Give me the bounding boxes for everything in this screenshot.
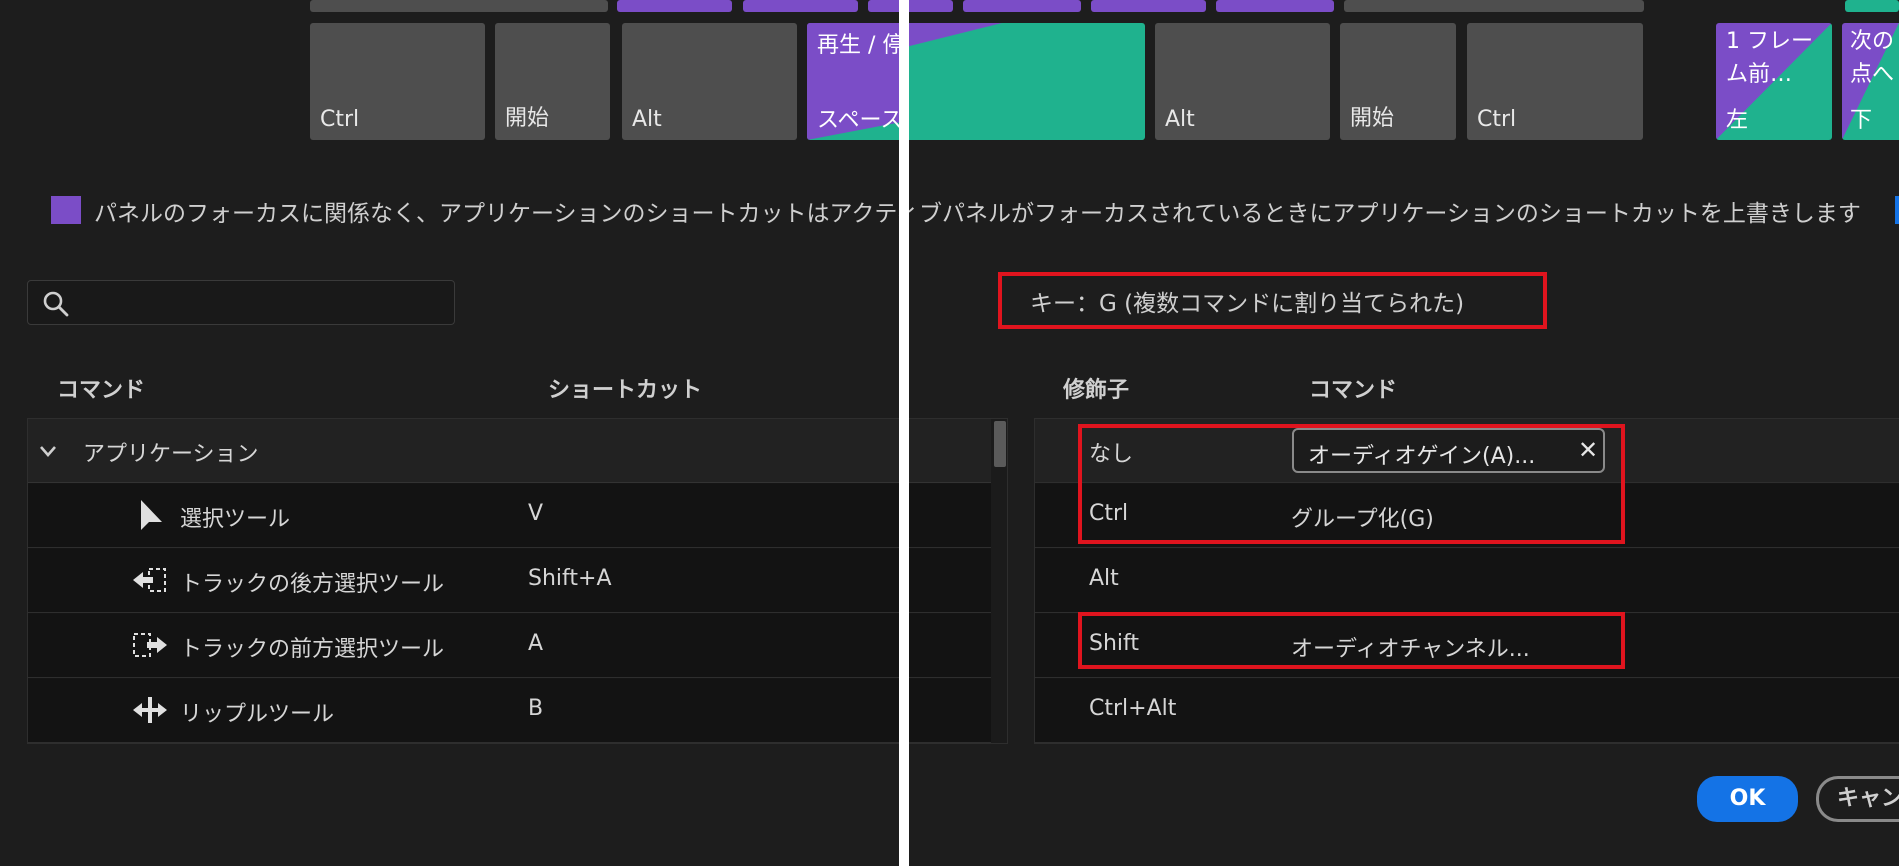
key-top-5[interactable] — [963, 0, 1081, 12]
table-row[interactable]: Ctrl+Alt — [1035, 679, 1899, 743]
column-header-modifier[interactable]: 修飾子 — [1063, 372, 1129, 404]
key-top-7[interactable] — [1216, 0, 1334, 12]
chevron-down-icon[interactable] — [38, 441, 58, 461]
key-command-label: 1 フレーム前… — [1726, 29, 1813, 87]
table-row[interactable]: リップルツール B — [28, 679, 991, 743]
key-top-2[interactable] — [617, 0, 732, 12]
key-label: Ctrl — [1477, 107, 1517, 132]
shortcut-value: Shift+A — [528, 566, 612, 591]
scrollbar-track[interactable] — [991, 419, 1007, 743]
key-arrow-down[interactable]: 次の点へ 下 — [1842, 23, 1899, 140]
command-name: トラックの前方選択ツール — [180, 637, 445, 662]
modifier-value: Alt — [1089, 566, 1119, 591]
space-key-label: スペース — [817, 108, 899, 133]
cancel-button[interactable]: キャン — [1816, 776, 1899, 822]
key-top-9[interactable] — [1845, 0, 1899, 12]
table-row[interactable]: トラックの前方選択ツール A — [28, 614, 991, 678]
table-row[interactable]: 選択ツール V — [28, 484, 991, 548]
key-label: Alt — [1165, 107, 1195, 132]
key-label: Alt — [632, 107, 662, 132]
ripple-edit-icon — [133, 697, 167, 723]
space-command-label: 再生 / 停 — [817, 33, 899, 58]
scrollbar-thumb[interactable] — [994, 421, 1006, 467]
key-top-4[interactable] — [868, 0, 953, 12]
image-split-divider — [899, 0, 909, 866]
key-space[interactable]: 再生 / 停 スペース — [807, 23, 1145, 140]
shortcut-value: B — [528, 696, 544, 721]
key-label: 左 — [1726, 108, 1749, 133]
key-command-label: 次の点へ — [1850, 29, 1895, 87]
legend-swatch-right — [1895, 196, 1899, 224]
shortcut-value: V — [528, 501, 544, 526]
track-select-backward-icon — [133, 568, 166, 592]
command-name: リップルツール — [180, 702, 335, 727]
column-header-shortcut[interactable]: ショートカット — [548, 372, 702, 404]
key-top-1[interactable] — [310, 0, 608, 12]
modifier-value: Ctrl+Alt — [1089, 696, 1177, 721]
table-row[interactable]: Alt — [1035, 549, 1899, 613]
ok-button[interactable]: OK — [1697, 776, 1798, 822]
table-row[interactable]: トラックの後方選択ツール Shift+A — [28, 549, 991, 613]
key-label: 開始 — [1350, 106, 1395, 131]
group-row-application[interactable]: アプリケーション — [28, 419, 991, 483]
key-alt-right[interactable]: Alt — [1155, 23, 1330, 140]
focus-notice-swatch — [51, 196, 81, 224]
command-name: 選択ツール — [180, 507, 291, 532]
search-input[interactable] — [78, 287, 438, 319]
key-win-right[interactable]: 開始 — [1340, 23, 1456, 140]
search-field[interactable] — [27, 280, 455, 325]
highlight-shift-row — [1078, 612, 1625, 669]
group-label: アプリケーション — [83, 442, 259, 467]
key-ctrl-right[interactable]: Ctrl — [1467, 23, 1643, 140]
column-header-command-right[interactable]: コマンド — [1309, 372, 1397, 404]
command-name: トラックの後方選択ツール — [180, 572, 445, 597]
key-arrow-left[interactable]: 1 フレーム前… 左 — [1716, 23, 1832, 140]
key-info-label: キー：G (複数コマンドに割り当てられた) — [1030, 291, 1465, 317]
focus-notice-text: パネルのフォーカスに関係なく、アプリケーションのショートカットはアクティブパネル… — [94, 201, 1861, 227]
track-select-forward-icon — [133, 633, 167, 657]
key-label: Ctrl — [320, 107, 360, 132]
command-list: アプリケーション 選択ツール V トラックの後方選択ツール Shift+A トラ… — [27, 418, 1008, 744]
column-header-command[interactable]: コマンド — [57, 372, 145, 404]
key-top-6[interactable] — [1091, 0, 1206, 12]
key-top-8[interactable] — [1344, 0, 1644, 12]
key-label: 下 — [1850, 108, 1873, 133]
search-icon — [43, 291, 69, 317]
key-win-left[interactable]: 開始 — [495, 23, 610, 140]
arrow-cursor-icon — [141, 500, 162, 530]
highlight-none-ctrl-rows — [1078, 424, 1625, 544]
key-top-3[interactable] — [743, 0, 858, 12]
key-ctrl-left[interactable]: Ctrl — [310, 23, 485, 140]
key-alt-left[interactable]: Alt — [622, 23, 797, 140]
shortcut-value: A — [528, 631, 544, 656]
key-label: 開始 — [505, 106, 550, 131]
